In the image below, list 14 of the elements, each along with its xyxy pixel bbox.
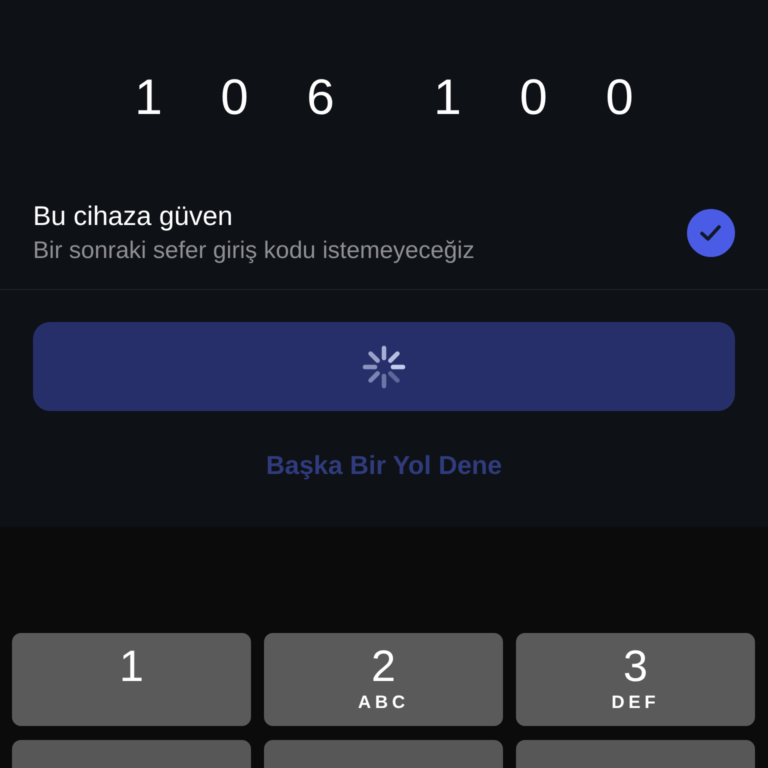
code-digit: 1	[134, 68, 164, 127]
code-digit: 6	[306, 68, 336, 127]
trust-subtitle: Bir sonraki sefer giriş kodu istemeyeceğiz	[33, 236, 475, 266]
checkbox[interactable]	[687, 209, 735, 257]
code-digit: 0	[220, 68, 250, 127]
keypad-key[interactable]: 1	[12, 633, 251, 726]
trust-title: Bu cihaza güven	[33, 200, 234, 232]
submit-button[interactable]	[33, 322, 735, 411]
code-digit: 0	[604, 68, 634, 127]
code-digit: 1	[432, 68, 462, 127]
code-digit: 0	[518, 68, 548, 127]
keypad-key[interactable]: 3 DEF	[516, 633, 755, 726]
keypad-key[interactable]: 2 ABC	[264, 633, 503, 726]
spinner-icon	[362, 344, 406, 388]
